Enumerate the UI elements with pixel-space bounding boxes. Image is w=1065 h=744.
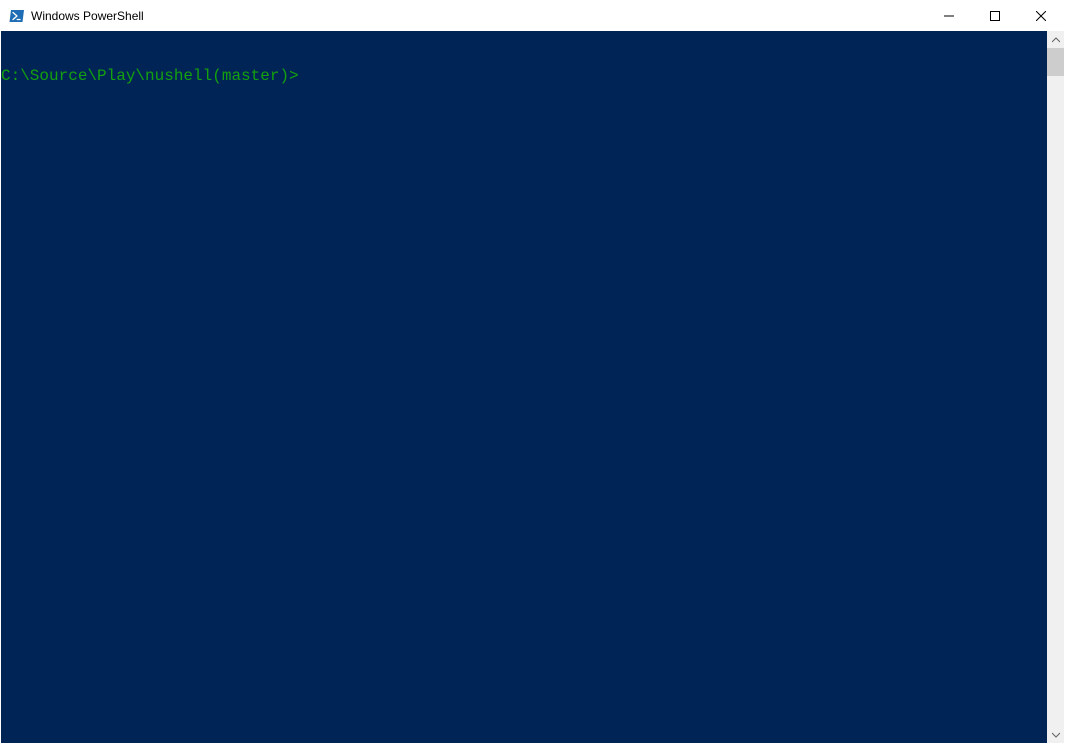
powershell-icon: [9, 8, 25, 24]
close-icon: [1036, 11, 1046, 21]
close-button[interactable]: [1018, 1, 1064, 31]
terminal-area: C:\Source\Play\nushell(master)>: [1, 31, 1064, 743]
prompt-line: C:\Source\Play\nushell(master)>: [1, 67, 1047, 85]
scroll-thumb[interactable]: [1047, 48, 1064, 76]
maximize-icon: [990, 11, 1000, 21]
titlebar[interactable]: Windows PowerShell: [1, 1, 1064, 31]
scroll-down-button[interactable]: [1047, 726, 1064, 743]
chevron-down-icon: [1052, 731, 1060, 739]
minimize-button[interactable]: [926, 1, 972, 31]
window-title: Windows PowerShell: [31, 9, 144, 23]
window-controls: [926, 1, 1064, 31]
maximize-button[interactable]: [972, 1, 1018, 31]
window: Windows PowerShell: [0, 0, 1065, 744]
minimize-icon: [944, 11, 954, 21]
titlebar-left: Windows PowerShell: [1, 8, 144, 24]
chevron-up-icon: [1052, 36, 1060, 44]
vertical-scrollbar[interactable]: [1047, 31, 1064, 743]
cursor: [301, 68, 310, 85]
scroll-up-button[interactable]: [1047, 31, 1064, 48]
prompt-text: C:\Source\Play\nushell(master)>: [1, 67, 299, 85]
terminal[interactable]: C:\Source\Play\nushell(master)>: [1, 31, 1047, 743]
scroll-track[interactable]: [1047, 48, 1064, 726]
